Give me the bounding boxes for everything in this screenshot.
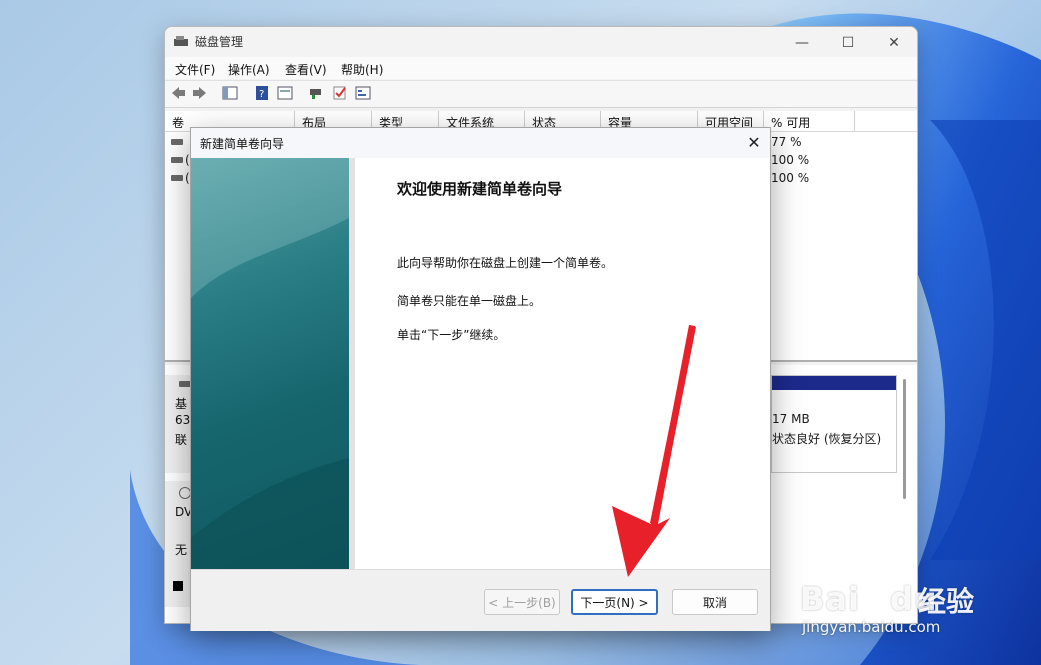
minimize-button[interactable]: — xyxy=(779,31,825,55)
watermark-cn: 经验 xyxy=(918,585,975,618)
col-free-percent[interactable]: % 可用 xyxy=(764,111,855,131)
partition-size: 17 MB xyxy=(772,412,810,426)
disk-management-icon xyxy=(174,36,188,46)
watermark-url: jingyan.baidu.com xyxy=(802,618,941,636)
help-icon[interactable]: ? xyxy=(254,85,270,101)
partition-status: 状态良好 (恢复分区) xyxy=(772,432,882,446)
window-title: 磁盘管理 xyxy=(195,35,244,49)
wizard-close-button[interactable]: ✕ xyxy=(744,133,764,153)
new-simple-volume-wizard: 新建简单卷向导 ✕ 欢迎使用新建简单卷向导 此向导帮助你在磁盘上创建一个简单卷。… xyxy=(190,127,771,631)
svg-text:?: ? xyxy=(259,89,264,100)
wizard-note: 简单卷只能在单一磁盘上。 xyxy=(397,294,542,308)
back-button[interactable]: < 上一步(B) xyxy=(484,589,560,615)
disk0-status: 联 xyxy=(175,433,188,447)
wizard-footer: < 上一步(B) 下一页(N) > 取消 xyxy=(191,569,770,631)
toolbar: ? xyxy=(165,80,917,108)
wizard-titlebar[interactable]: 新建简单卷向导 ✕ xyxy=(191,128,770,158)
wizard-heading: 欢迎使用新建简单卷向导 xyxy=(397,180,563,198)
baidu-watermark: Bai du 经验 jingyan.baidu.com xyxy=(800,570,1035,640)
window-titlebar[interactable]: 磁盘管理 — ☐ ✕ xyxy=(165,27,917,57)
volume-name: ( xyxy=(185,171,190,185)
maximize-button[interactable]: ☐ xyxy=(825,31,871,55)
properties-icon[interactable] xyxy=(277,85,293,101)
settings-list-icon[interactable] xyxy=(355,85,371,101)
recovery-partition[interactable]: 17 MB 状态良好 (恢复分区) xyxy=(771,375,897,473)
disk0-type: 基 xyxy=(175,397,188,411)
wizard-content: 欢迎使用新建简单卷向导 此向导帮助你在磁盘上创建一个简单卷。 简单卷只能在单一磁… xyxy=(349,158,770,569)
minimize-icon: — xyxy=(795,35,809,51)
wizard-banner-panel xyxy=(191,158,349,569)
wizard-title: 新建简单卷向导 xyxy=(200,137,285,151)
dvd-media-status: 无 xyxy=(175,543,188,557)
volume-icon xyxy=(171,139,183,145)
forward-arrow-icon[interactable] xyxy=(192,85,208,101)
volume-icon xyxy=(171,175,183,181)
maximize-icon: ☐ xyxy=(841,35,855,51)
volume-name: ( xyxy=(185,153,190,167)
next-button[interactable]: 下一页(N) > xyxy=(571,589,658,615)
menu-view[interactable]: 查看(V) xyxy=(285,61,327,78)
dvd-label[interactable]: DV 无 xyxy=(165,481,192,607)
connect-icon[interactable] xyxy=(308,85,324,101)
menu-bar: 文件(F) 操作(A) 查看(V) 帮助(H) xyxy=(165,57,917,79)
volume-icon xyxy=(171,157,183,163)
free-percent-value: 100 % xyxy=(771,171,810,185)
menu-action[interactable]: 操作(A) xyxy=(228,61,270,78)
check-icon[interactable] xyxy=(332,85,348,101)
close-icon: ✕ xyxy=(888,35,900,51)
disk0-label[interactable]: 基 63 联 xyxy=(165,375,192,473)
free-percent-value: 100 % xyxy=(771,153,810,167)
back-arrow-icon[interactable] xyxy=(170,85,186,101)
banner-graphic xyxy=(191,158,349,569)
cancel-button[interactable]: 取消 xyxy=(672,589,758,615)
wizard-description: 此向导帮助你在磁盘上创建一个简单卷。 xyxy=(397,256,614,270)
wizard-instruction: 单击“下一步”继续。 xyxy=(397,328,506,342)
watermark-brand: Bai du xyxy=(800,580,938,618)
free-percent-value: 77 % xyxy=(771,135,802,149)
menu-file[interactable]: 文件(F) xyxy=(175,61,215,78)
legend-swatch xyxy=(173,581,183,591)
menu-help[interactable]: 帮助(H) xyxy=(341,61,383,78)
partition-bar xyxy=(772,376,896,390)
close-icon: ✕ xyxy=(747,133,761,152)
panel-icon[interactable] xyxy=(222,85,238,101)
disk0-size: 63 xyxy=(175,413,191,427)
close-button[interactable]: ✕ xyxy=(871,31,917,55)
vertical-scrollbar[interactable] xyxy=(903,379,906,499)
